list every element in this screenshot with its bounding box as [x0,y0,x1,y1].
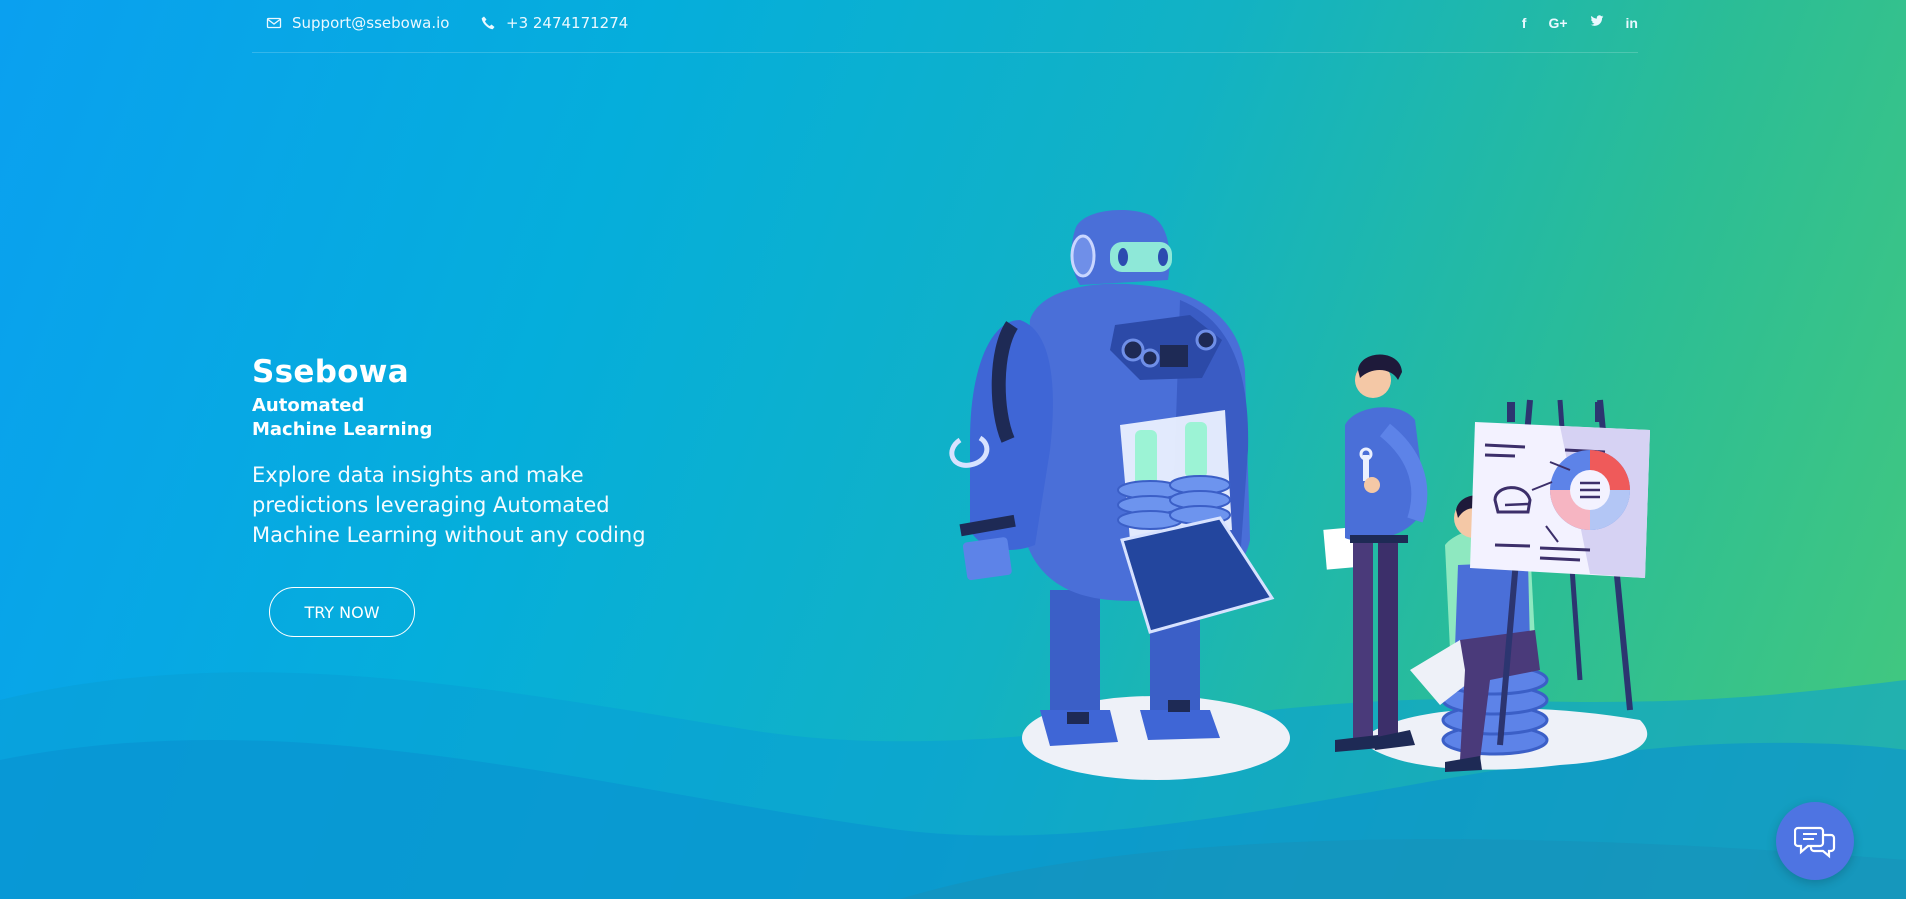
hero-illustration [949,210,1650,780]
email-contact[interactable]: Support@ssebowa.io [266,14,449,32]
tagline-line-2: Machine Learning [252,419,433,440]
google-plus-icon[interactable]: G+ [1548,15,1567,31]
top-contact-bar: Support@ssebowa.io +3 2474171274 f G+ in [252,0,1638,53]
twitter-icon[interactable] [1590,14,1604,31]
phone-contact[interactable]: +3 2474171274 [480,14,628,32]
description-line-1: Explore data insights and make [252,463,584,487]
twitter-bird-glyph [1590,15,1603,26]
tagline-line-1: Automated [252,395,365,416]
phone-icon [481,16,495,30]
chat-bubbles-icon [1794,826,1836,859]
robot-figure [949,210,1275,746]
brand-title: Ssebowa [252,354,409,390]
hero-description: Explore data insights and make predictio… [252,460,672,550]
social-links: f G+ in [1522,14,1638,31]
linkedin-icon[interactable]: in [1626,15,1638,31]
description-line-2: predictions leveraging Automated [252,493,610,517]
chat-support-button[interactable] [1776,802,1854,880]
email-text: Support@ssebowa.io [292,14,450,32]
phone-text: +3 2474171274 [506,14,629,32]
standing-person [1323,354,1428,752]
try-now-button[interactable]: TRY NOW [269,587,415,637]
description-line-3: Machine Learning without any coding [252,523,646,547]
hero-text-block: Ssebowa Automated Machine Learning Explo… [252,352,672,550]
envelope-icon [266,17,282,29]
facebook-icon[interactable]: f [1522,15,1527,31]
